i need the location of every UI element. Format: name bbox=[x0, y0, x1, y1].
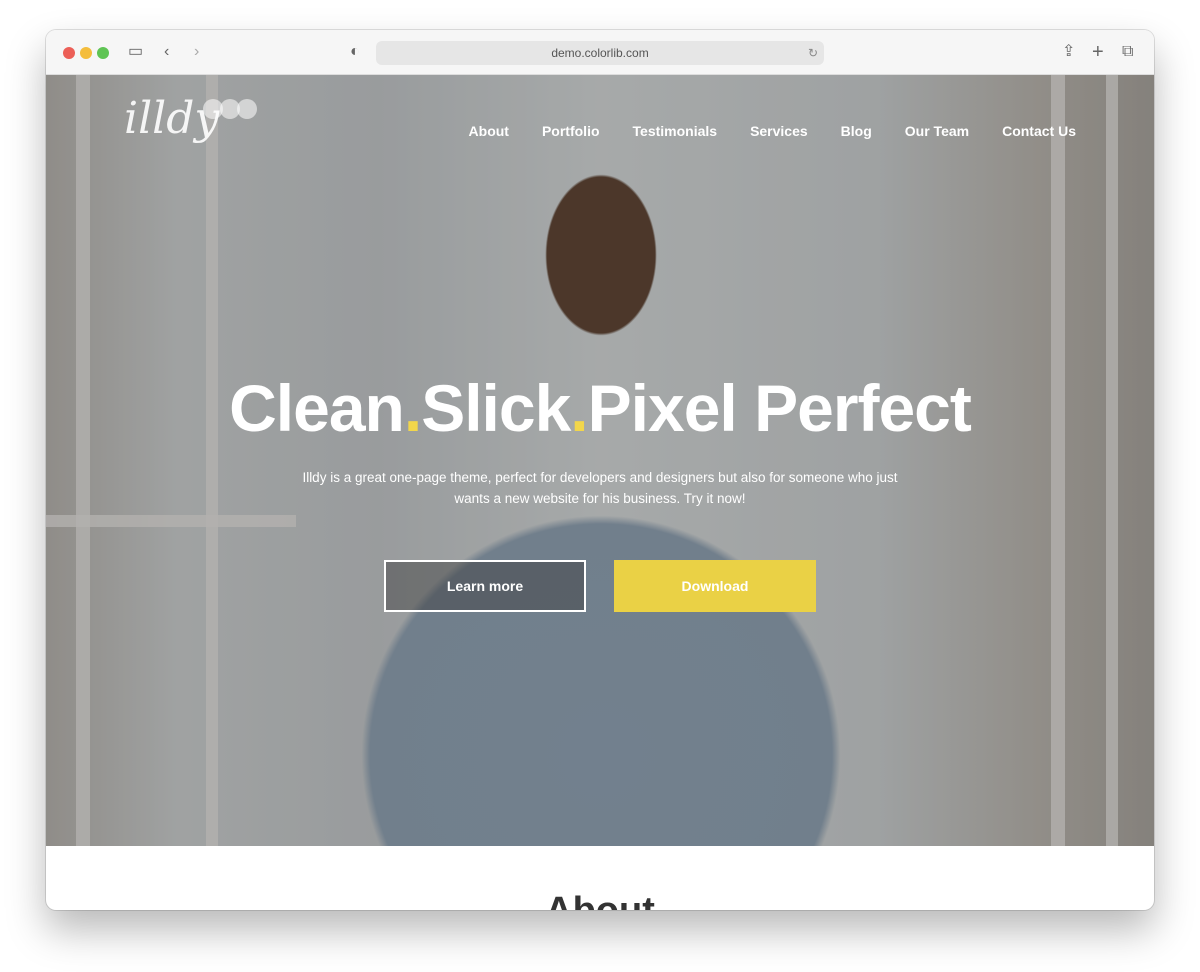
about-section-title: About bbox=[46, 890, 1154, 910]
site-logo[interactable]: illdy bbox=[124, 93, 219, 144]
maximize-window-button[interactable] bbox=[97, 47, 109, 59]
nav-contact-us[interactable]: Contact Us bbox=[1002, 123, 1076, 139]
reload-icon[interactable]: ↻ bbox=[808, 41, 818, 65]
nav-testimonials[interactable]: Testimonials bbox=[633, 123, 718, 139]
sidebar-toggle-icon[interactable]: ▭ bbox=[128, 42, 143, 62]
nav-our-team[interactable]: Our Team bbox=[905, 123, 969, 139]
close-window-button[interactable] bbox=[63, 47, 75, 59]
logo-dots bbox=[203, 99, 257, 119]
forward-icon[interactable]: › bbox=[194, 42, 199, 62]
hero-section: illdy About Portfolio Testimonials Servi… bbox=[46, 75, 1154, 846]
download-button[interactable]: Download bbox=[614, 560, 816, 612]
new-tab-icon[interactable]: + bbox=[1092, 42, 1104, 62]
tab-overview-icon[interactable]: ⧉ bbox=[1122, 42, 1133, 62]
url-text: demo.colorlib.com bbox=[551, 46, 649, 60]
hero-headline: Clean.Slick.Pixel Perfect bbox=[229, 371, 972, 445]
main-nav: About Portfolio Testimonials Services Bl… bbox=[469, 123, 1076, 139]
nav-portfolio[interactable]: Portfolio bbox=[542, 123, 600, 139]
address-bar[interactable]: demo.colorlib.com ↻ bbox=[376, 41, 824, 65]
browser-window: ▭ ‹ › ◐ demo.colorlib.com ↻ ⇪ + ⧉ illdy A… bbox=[46, 30, 1154, 910]
share-icon[interactable]: ⇪ bbox=[1062, 42, 1075, 62]
browser-toolbar: ▭ ‹ › ◐ demo.colorlib.com ↻ ⇪ + ⧉ bbox=[46, 30, 1154, 75]
back-icon[interactable]: ‹ bbox=[164, 42, 169, 62]
learn-more-button[interactable]: Learn more bbox=[384, 560, 586, 612]
privacy-shield-icon[interactable]: ◐ bbox=[350, 42, 360, 62]
nav-about[interactable]: About bbox=[469, 123, 509, 139]
hero-subtitle: Illdy is a great one-page theme, perfect… bbox=[302, 470, 898, 506]
minimize-window-button[interactable] bbox=[80, 47, 92, 59]
nav-services[interactable]: Services bbox=[750, 123, 808, 139]
nav-blog[interactable]: Blog bbox=[841, 123, 872, 139]
